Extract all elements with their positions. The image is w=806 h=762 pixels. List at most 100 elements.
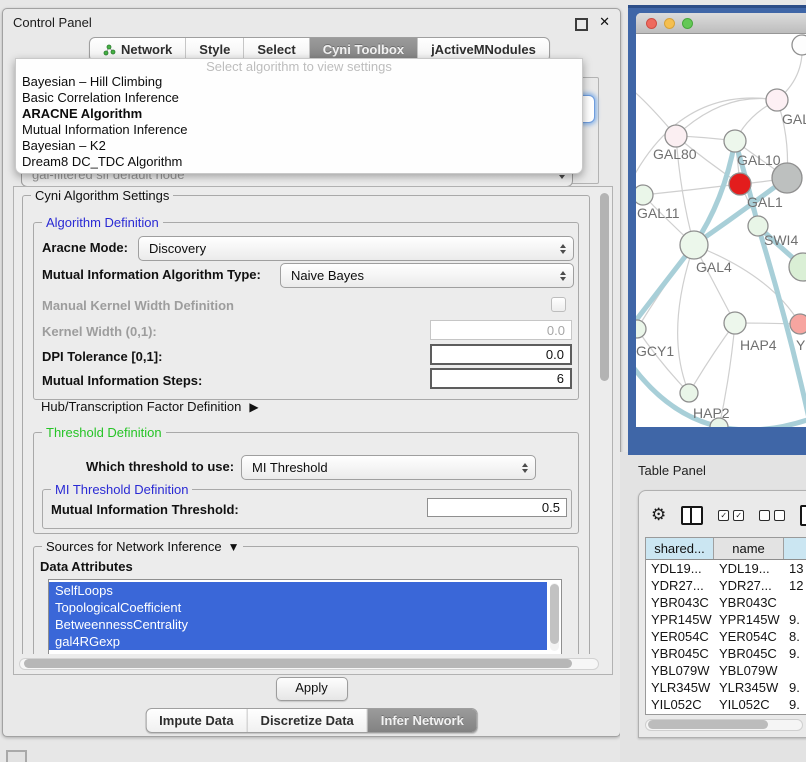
network-graph-canvas[interactable]: GALGAL80GAL10GAL1GAL11SWI4GAL4GCY1HAP4YH… — [636, 33, 806, 427]
network-node-gal1[interactable] — [729, 173, 751, 195]
network-node-gal11[interactable] — [636, 185, 653, 205]
tab-infer-network[interactable]: Infer Network — [368, 709, 477, 732]
apply-button[interactable]: Apply — [276, 677, 348, 701]
collapsed-arrow-icon[interactable]: ▶ — [249, 400, 258, 414]
table-cell[interactable]: 9. — [784, 645, 806, 662]
table-cell[interactable]: YIL052C — [646, 696, 714, 713]
table-cell[interactable]: YER054C — [714, 628, 784, 645]
attribute-item-selfloops[interactable]: SelfLoops — [49, 582, 547, 599]
manual-kernel-width-checkbox[interactable] — [551, 297, 566, 312]
list-scrollbar-thumb[interactable] — [550, 584, 559, 644]
attribute-item-topologicalcoefficient[interactable]: TopologicalCoefficient — [49, 599, 547, 616]
table-cell[interactable]: YBR043C — [646, 594, 714, 611]
popup-item-bayesian-hill-climbing[interactable]: Bayesian – Hill Climbing — [16, 74, 582, 90]
popup-item-mutual-information-inference[interactable]: Mutual Information Inference — [16, 122, 582, 138]
settings-vertical-scrollbar-thumb[interactable] — [600, 193, 609, 381]
dpi-tolerance-field[interactable]: 0.0 — [430, 344, 572, 365]
table-cell[interactable]: YLR345W — [646, 679, 714, 696]
table-cell[interactable]: 8. — [784, 628, 806, 645]
network-node-item[interactable] — [792, 35, 806, 55]
minimize-window-icon[interactable] — [664, 18, 675, 29]
popup-item-basic-correlation-inference[interactable]: Basic Correlation Inference — [16, 90, 582, 106]
network-node-gcy1[interactable] — [636, 320, 646, 338]
network-edge[interactable] — [689, 323, 735, 393]
close-window-icon[interactable] — [646, 18, 657, 29]
gear-icon[interactable]: ⚙ — [651, 506, 666, 524]
table-cell[interactable] — [784, 594, 806, 611]
table-cell[interactable]: 9. — [784, 696, 806, 713]
table-row[interactable]: YBR045CYBR045C9. — [646, 645, 806, 662]
table-horizontal-scrollbar-thumb[interactable] — [648, 720, 768, 729]
table-row[interactable]: YLR345WYLR345W9. — [646, 679, 806, 696]
which-threshold-combobox[interactable]: MI Threshold — [241, 455, 536, 480]
network-node-gal80[interactable] — [665, 125, 687, 147]
network-node-hap2[interactable] — [680, 384, 698, 402]
network-edge[interactable] — [636, 98, 777, 183]
document-icon[interactable] — [800, 505, 806, 526]
mi-threshold-field[interactable]: 0.5 — [427, 498, 567, 517]
table-cell[interactable]: YBL079W — [646, 662, 714, 679]
list-scrollbar[interactable] — [550, 583, 559, 651]
column-header-name[interactable]: name — [714, 538, 784, 559]
kernel-width-field[interactable]: 0.0 — [430, 320, 572, 340]
network-edge[interactable] — [678, 245, 694, 393]
hub-transcription-factor-section[interactable]: Hub/Transcription Factor Definition ▶ — [41, 399, 259, 414]
table-cell[interactable]: YPR145W — [714, 611, 784, 628]
table-cell[interactable]: YBR043C — [714, 594, 784, 611]
settings-vertical-scrollbar[interactable] — [599, 189, 610, 670]
table-cell[interactable]: 9. — [784, 611, 806, 628]
mi-algorithm-type-combobox[interactable]: Naive Bayes — [280, 263, 574, 288]
table-row[interactable]: YDL19...YDL19...13 — [646, 560, 806, 577]
deselect-all-checkboxes-icon[interactable] — [759, 510, 785, 521]
network-node-hap4[interactable] — [724, 312, 746, 334]
table-cell[interactable]: YBR045C — [646, 645, 714, 662]
table-cell[interactable]: YDR27... — [714, 577, 784, 594]
table-cell[interactable]: YDL19... — [646, 560, 714, 577]
table-cell[interactable]: YBL079W — [714, 662, 784, 679]
collapsed-panel-icon[interactable] — [6, 750, 27, 762]
table-cell[interactable]: YDL19... — [714, 560, 784, 577]
table-cell[interactable]: YLR345W — [714, 679, 784, 696]
table-row[interactable]: YIL052CYIL052C9. — [646, 696, 806, 713]
table-row[interactable]: YDR27...YDR27...12 — [646, 577, 806, 594]
popup-item-aracne-algorithm[interactable]: ARACNE Algorithm — [16, 106, 582, 122]
table-cell[interactable]: 13 — [784, 560, 806, 577]
tab-impute-data[interactable]: Impute Data — [146, 709, 247, 732]
select-all-checkboxes-icon[interactable]: ✓✓ — [718, 510, 744, 521]
table-cell[interactable]: YER054C — [646, 628, 714, 645]
table-row[interactable]: YER054CYER054C8. — [646, 628, 806, 645]
table-row[interactable]: YPR145WYPR145W9. — [646, 611, 806, 628]
tab-discretize-data[interactable]: Discretize Data — [248, 709, 368, 732]
popup-item-bayesian-k2[interactable]: Bayesian – K2 — [16, 138, 582, 154]
attribute-item-gal4rgexp[interactable]: gal4RGexp — [49, 633, 547, 650]
network-edge[interactable] — [676, 99, 777, 137]
close-panel-icon[interactable]: ✕ — [599, 14, 610, 30]
table-cell[interactable]: YPR145W — [646, 611, 714, 628]
network-node-gal[interactable] — [766, 89, 788, 111]
zoom-window-icon[interactable] — [682, 18, 693, 29]
settings-horizontal-scrollbar[interactable] — [19, 658, 599, 670]
network-node-gal4[interactable] — [680, 231, 708, 259]
settings-horizontal-scrollbar-thumb[interactable] — [24, 659, 572, 668]
popup-item-dream8-dc-tdc-algorithm[interactable]: Dream8 DC_TDC Algorithm — [16, 154, 582, 170]
attribute-item-betweennesscentrality[interactable]: BetweennessCentrality — [49, 616, 547, 633]
column-header-item[interactable] — [784, 538, 806, 559]
table-cell[interactable]: YIL052C — [714, 696, 784, 713]
table-cell[interactable]: 9. — [784, 679, 806, 696]
table-cell[interactable]: 12 — [784, 577, 806, 594]
table-row[interactable]: YBL079WYBL079W — [646, 662, 806, 679]
mi-steps-field[interactable]: 6 — [430, 368, 572, 389]
table-cell[interactable]: YDR27... — [646, 577, 714, 594]
column-layout-icon[interactable] — [681, 506, 703, 525]
aracne-mode-combobox[interactable]: Discovery — [138, 236, 574, 261]
network-node-y[interactable] — [790, 314, 806, 334]
network-node-gal10[interactable] — [724, 130, 746, 152]
float-window-icon[interactable] — [575, 18, 588, 31]
table-row[interactable]: YBR043CYBR043C — [646, 594, 806, 611]
table-horizontal-scrollbar[interactable] — [645, 719, 803, 731]
data-attributes-list[interactable]: SelfLoopsTopologicalCoefficientBetweenne… — [48, 579, 562, 660]
expanded-arrow-icon[interactable]: ▼ — [228, 540, 240, 554]
table-cell[interactable] — [784, 662, 806, 679]
table-cell[interactable]: YBR045C — [714, 645, 784, 662]
column-header-shared[interactable]: shared... — [646, 538, 714, 559]
